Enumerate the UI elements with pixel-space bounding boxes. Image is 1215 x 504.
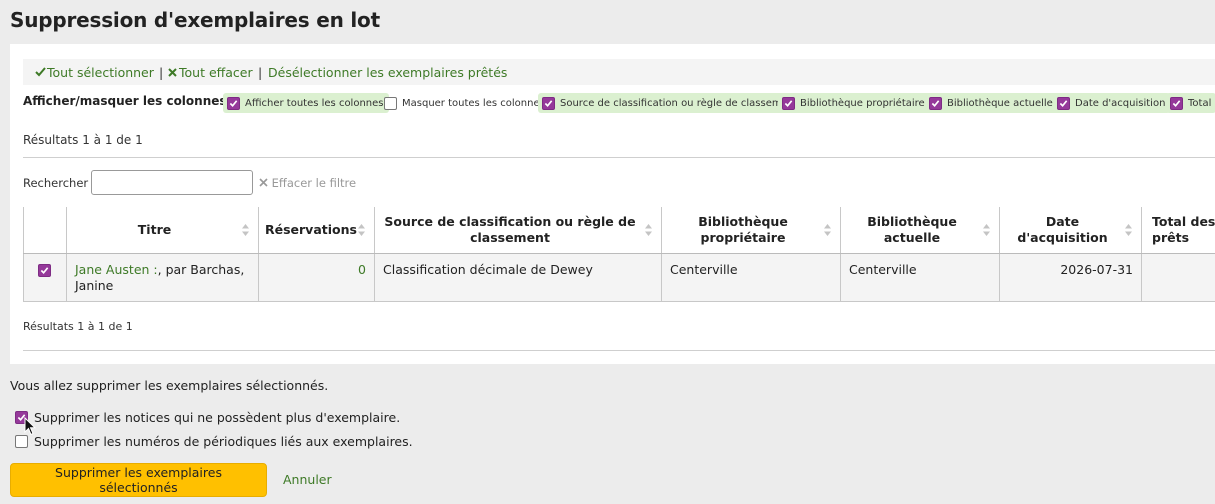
toolbar-separator: | <box>159 65 164 80</box>
chip-show-all-columns[interactable]: Afficher toutes les colonnes <box>223 93 389 113</box>
current-library-cell: Centerville <box>840 253 1000 302</box>
delete-selected-items-button[interactable]: Supprimer les exemplaires sélectionnés <box>10 463 267 497</box>
column-header-select <box>23 207 67 254</box>
chip-total[interactable]: Total <box>1166 93 1215 113</box>
chip-home-library[interactable]: Bibliothèque propriétaire <box>778 93 930 113</box>
chip-classification-source[interactable]: Source de classification ou règle de cla… <box>538 93 804 113</box>
column-header-holds[interactable]: Réservations <box>258 207 375 254</box>
search-label: Rechercher : <box>23 176 96 190</box>
sort-icon <box>358 224 365 236</box>
clear-filter-button[interactable]: Effacer le filtre <box>259 176 356 190</box>
checkbox[interactable] <box>782 96 795 110</box>
home-library-cell: Centerville <box>661 253 841 302</box>
divider <box>23 157 1215 158</box>
total-checkouts-cell <box>1141 253 1215 302</box>
divider <box>23 350 1215 351</box>
checkbox[interactable] <box>929 96 942 110</box>
title-link[interactable]: Jane Austen : <box>75 262 158 277</box>
classification-cell: Classification décimale de Dewey <box>374 253 662 302</box>
column-header-total-checkouts[interactable]: Total des prêts <box>1141 207 1215 254</box>
checkbox[interactable] <box>1170 96 1183 110</box>
sort-icon <box>242 224 249 236</box>
columns-toggle-label: Afficher/masquer les colonnes : <box>23 94 236 108</box>
table-header-row: Titre Réservations Source de classificat… <box>23 207 1215 254</box>
close-icon <box>259 176 272 190</box>
items-panel <box>10 44 1215 364</box>
search-input[interactable] <box>91 170 253 195</box>
column-header-current-library[interactable]: Bibliothèque actuelle <box>840 207 1000 254</box>
checkbox[interactable] <box>227 96 240 110</box>
results-info-top: Résultats 1 à 1 de 1 <box>23 133 143 147</box>
check-icon <box>35 65 47 80</box>
sort-icon <box>824 224 831 236</box>
items-table: Titre Réservations Source de classificat… <box>23 207 1215 302</box>
checkbox[interactable] <box>1057 96 1070 110</box>
deselect-checked-out-link[interactable]: Désélectionner les exemplaires prêtés <box>268 65 507 80</box>
results-info-bottom: Résultats 1 à 1 de 1 <box>23 320 133 333</box>
checkbox[interactable] <box>384 96 397 110</box>
column-header-acquisition-date[interactable]: Date d'acquisition <box>999 207 1142 254</box>
holds-count-link[interactable]: 0 <box>358 262 366 277</box>
sort-icon <box>983 224 990 236</box>
page-title: Suppression d'exemplaires en lot <box>10 8 380 32</box>
acquisition-date-cell: 2026-07-31 <box>999 253 1142 302</box>
select-cell <box>23 253 67 302</box>
delete-records-option[interactable]: Supprimer les notices qui ne possèdent p… <box>15 410 400 425</box>
checkbox[interactable] <box>542 96 555 110</box>
column-header-classification[interactable]: Source de classification ou règle de cla… <box>374 207 662 254</box>
toolbar-separator: | <box>258 65 263 80</box>
chip-acquisition-date[interactable]: Date d'acquisition <box>1053 93 1171 113</box>
delete-serials-checkbox[interactable] <box>15 435 28 448</box>
holds-cell: 0 <box>258 253 375 302</box>
confirm-message: Vous allez supprimer les exemplaires sél… <box>10 378 329 393</box>
chip-hide-all-columns[interactable]: Masquer toutes les colonnes <box>380 93 550 113</box>
title-cell: Jane Austen :, par Barchas, Janine <box>66 253 259 302</box>
delete-serials-option[interactable]: Supprimer les numéros de périodiques lié… <box>15 434 413 449</box>
clear-all-link[interactable]: Tout effacer <box>168 65 253 80</box>
column-header-title[interactable]: Titre <box>66 207 259 254</box>
cancel-link[interactable]: Annuler <box>283 472 332 487</box>
chip-current-library[interactable]: Bibliothèque actuelle <box>925 93 1058 113</box>
close-icon <box>168 65 179 80</box>
table-row: Jane Austen :, par Barchas, Janine 0 Cla… <box>23 253 1215 302</box>
select-all-link[interactable]: Tout sélectionner <box>35 65 154 80</box>
sort-icon <box>1125 224 1132 236</box>
sort-icon <box>645 224 652 236</box>
row-select-checkbox[interactable] <box>38 264 51 277</box>
column-header-home-library[interactable]: Bibliothèque propriétaire <box>661 207 841 254</box>
